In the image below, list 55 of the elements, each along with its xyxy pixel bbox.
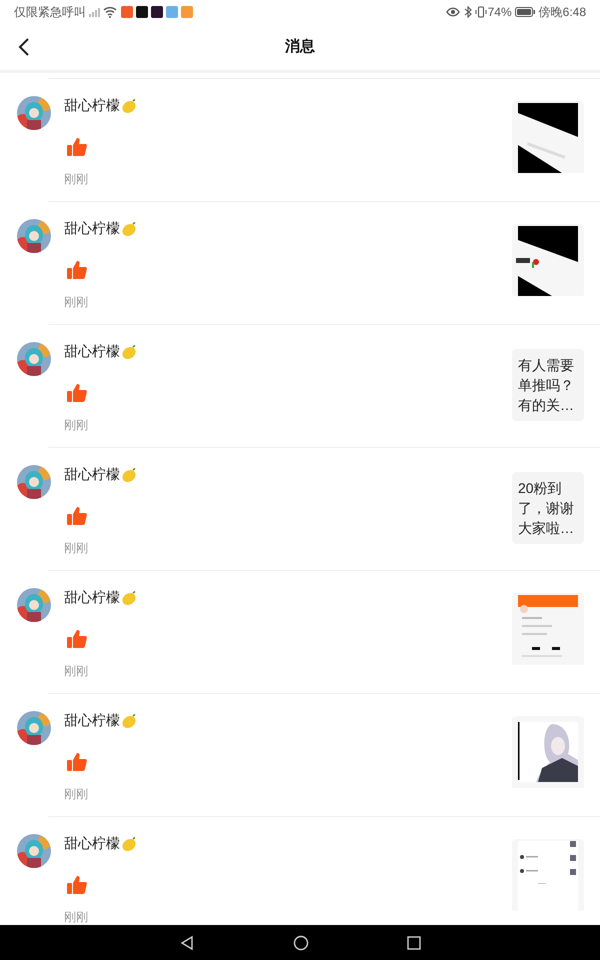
carrier-text: 仅限紧急呼叫	[14, 4, 86, 21]
user-name[interactable]: 甜心柠檬	[64, 95, 120, 116]
app-icon	[151, 6, 163, 18]
clock-text: 傍晚6:48	[538, 4, 586, 21]
timestamp: 刚刚	[64, 910, 88, 924]
timestamp: 刚刚	[64, 787, 88, 801]
thumbs-up-icon	[67, 629, 87, 648]
wifi-icon	[103, 6, 117, 18]
avatar-icon[interactable]	[17, 219, 51, 253]
thumbs-up-icon	[67, 506, 87, 525]
bluetooth-icon	[464, 6, 472, 18]
lemon-icon	[121, 222, 137, 236]
timestamp: 刚刚	[64, 541, 88, 555]
back-icon[interactable]	[179, 934, 195, 950]
thumbs-up-icon	[67, 875, 87, 894]
lemon-icon	[121, 836, 137, 850]
user-name[interactable]: 甜心柠檬	[64, 833, 120, 854]
home-icon[interactable]	[293, 934, 309, 950]
timestamp: 刚刚	[64, 172, 88, 186]
user-name[interactable]: 甜心柠檬	[64, 218, 120, 239]
avatar-icon[interactable]	[17, 834, 51, 868]
user-name[interactable]: 甜心柠檬	[64, 587, 120, 608]
timestamp: 刚刚	[64, 664, 88, 678]
lemon-icon	[121, 714, 137, 728]
avatar-icon[interactable]	[17, 711, 51, 745]
avatar-icon[interactable]	[17, 465, 51, 499]
page-title: 消息	[285, 36, 315, 57]
app-icon	[136, 6, 148, 18]
recents-icon[interactable]	[407, 936, 421, 950]
vibrate-icon	[474, 6, 487, 18]
battery-icon	[514, 7, 535, 17]
post-preview[interactable]: 20粉到了，谢谢大家啦…	[512, 472, 584, 544]
lemon-icon	[121, 590, 137, 604]
app-icon	[121, 6, 133, 18]
timestamp: 刚刚	[64, 418, 88, 432]
thumbs-up-icon	[67, 137, 87, 156]
app-icon	[166, 6, 178, 18]
user-name[interactable]: 甜心柠檬	[64, 464, 120, 485]
lemon-icon	[121, 344, 137, 358]
app-icon	[181, 6, 193, 18]
signal-icon	[88, 6, 100, 18]
user-name[interactable]: 甜心柠檬	[64, 341, 120, 362]
lemon-icon	[121, 468, 137, 482]
post-preview[interactable]: 有人需要单推吗？有的关…	[512, 349, 584, 421]
eye-icon	[446, 7, 460, 17]
thumbs-up-icon	[67, 383, 87, 402]
timestamp: 刚刚	[64, 295, 88, 309]
thumbs-up-icon	[67, 260, 87, 279]
battery-percent-text: 74%	[488, 4, 512, 21]
avatar-icon[interactable]	[17, 588, 51, 622]
user-name[interactable]: 甜心柠檬	[64, 710, 120, 731]
lemon-icon	[121, 98, 137, 112]
thumbs-up-icon	[67, 752, 87, 771]
avatar-icon[interactable]	[17, 342, 51, 376]
avatar-icon[interactable]	[17, 96, 51, 130]
